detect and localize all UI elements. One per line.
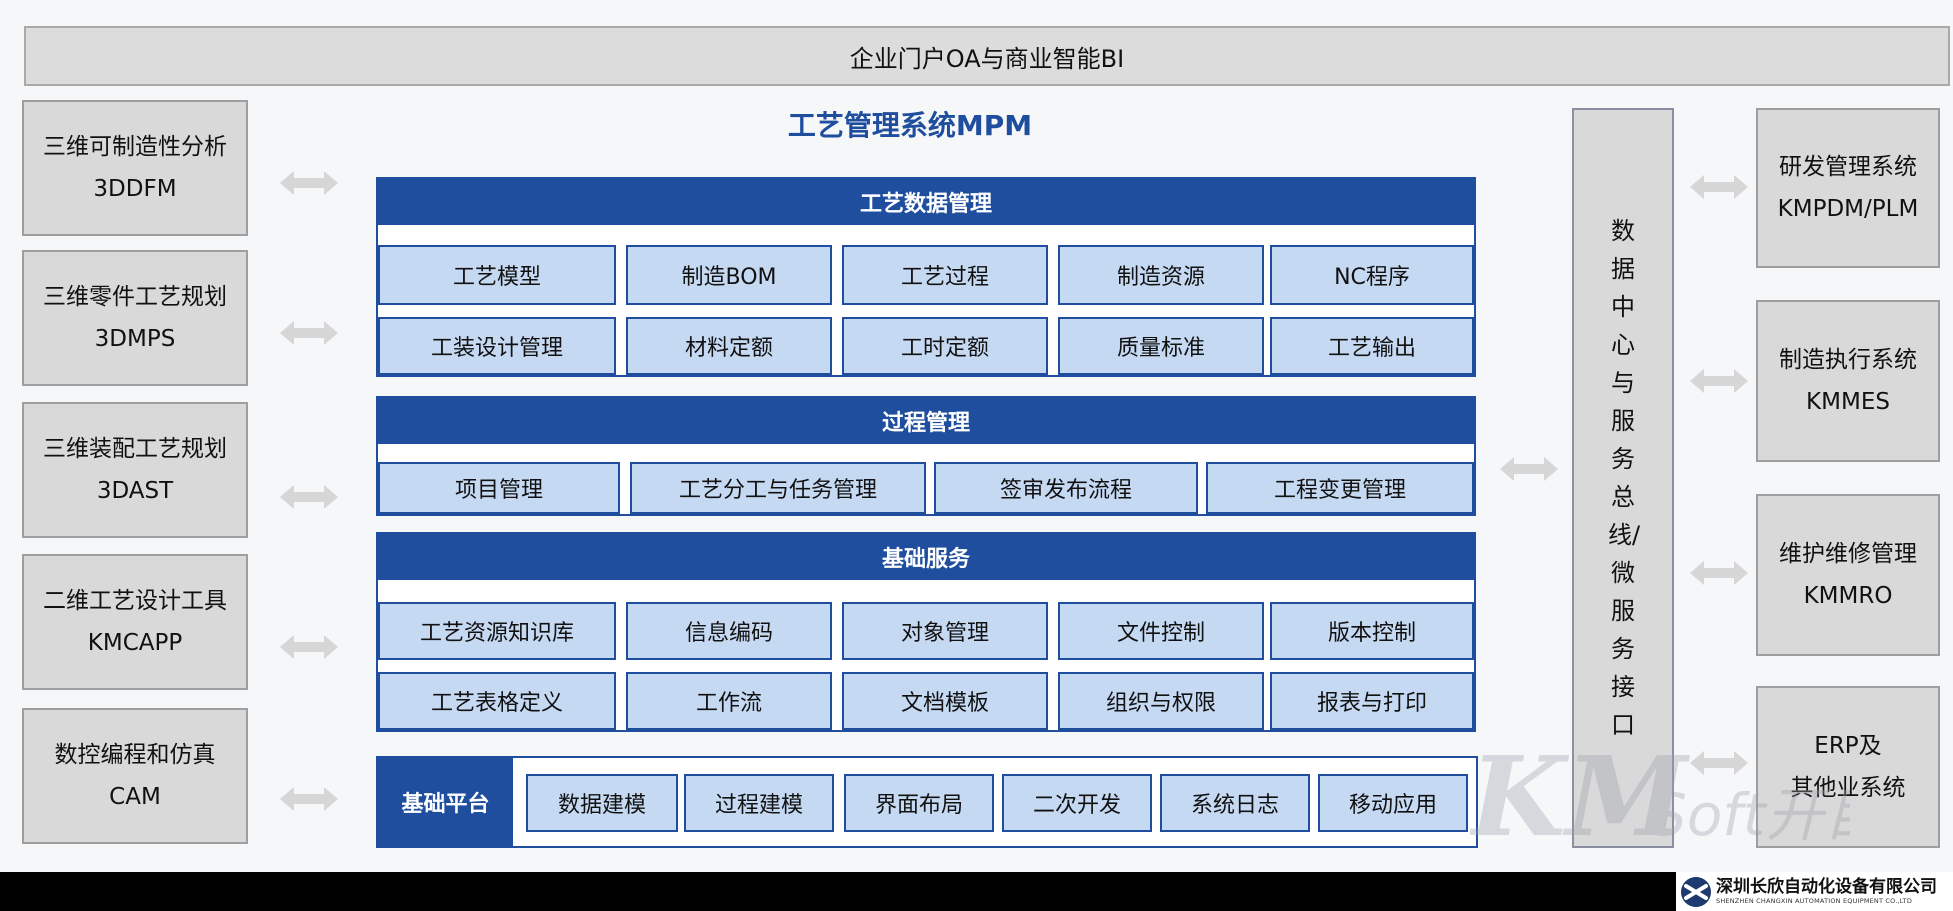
module-cell: 工装设计管理: [378, 317, 616, 375]
module-cell: 工艺输出: [1270, 317, 1474, 375]
module-cell: 工时定额: [842, 317, 1048, 375]
section-process-mgmt: 过程管理 项目管理 工艺分工与任务管理 签审发布流程 工程变更管理: [376, 396, 1476, 516]
left-system-cam: 数控编程和仿真 CAM: [22, 708, 248, 844]
platform-module: 二次开发: [1002, 774, 1152, 832]
module-cell: 版本控制: [1270, 602, 1474, 660]
module-cell: NC程序: [1270, 245, 1474, 305]
company-name-cn: 深圳长欣自动化设备有限公司: [1716, 877, 1937, 897]
company-name-en: SHENZHEN CHANGXIN AUTOMATION EQUIPMENT C…: [1716, 897, 1913, 905]
platform-label: 基础平台: [378, 758, 513, 846]
kmsoft-watermark-logo: KM Soft开目: [1470, 740, 1850, 850]
left-system-3dmps: 三维零件工艺规划 3DMPS: [22, 250, 248, 386]
module-cell: 文件控制: [1058, 602, 1264, 660]
left-system-code: 3DMPS: [94, 326, 176, 352]
svg-text:Soft开目: Soft开目: [1650, 781, 1850, 849]
module-cell: 报表与打印: [1270, 672, 1474, 730]
left-system-3dast: 三维装配工艺规划 3DAST: [22, 402, 248, 538]
module-cell: 工作流: [626, 672, 832, 730]
platform-module: 过程建模: [684, 774, 834, 832]
platform-module: 数据建模: [526, 774, 678, 832]
double-arrow-icon: [280, 318, 338, 348]
base-platform: 基础平台 数据建模 过程建模 界面布局 二次开发 系统日志 移动应用: [376, 756, 1478, 848]
platform-module: 界面布局: [844, 774, 994, 832]
double-arrow-icon: [280, 168, 338, 198]
double-arrow-icon: [1500, 454, 1558, 484]
section-title: 基础服务: [378, 534, 1474, 580]
section-process-data: 工艺数据管理 工艺模型 制造BOM 工艺过程 制造资源 NC程序 工装设计管理 …: [376, 177, 1476, 377]
section-base-services: 基础服务 工艺资源知识库 信息编码 对象管理 文件控制 版本控制 工艺表格定义 …: [376, 532, 1476, 732]
left-system-code: 3DDFM: [93, 176, 177, 202]
module-cell: 签审发布流程: [934, 462, 1198, 514]
right-system-code: KMMRO: [1803, 583, 1893, 609]
module-cell: 工艺模型: [378, 245, 616, 305]
left-system-kmcapp: 二维工艺设计工具 KMCAPP: [22, 554, 248, 690]
module-cell: 制造资源: [1058, 245, 1264, 305]
portal-banner: 企业门户OA与商业智能BI: [24, 26, 1950, 86]
right-system-mes: 制造执行系统 KMMES: [1756, 300, 1940, 462]
module-cell: 组织与权限: [1058, 672, 1264, 730]
module-cell: 工艺过程: [842, 245, 1048, 305]
left-system-name: 二维工艺设计工具: [43, 588, 227, 614]
module-cell: 质量标准: [1058, 317, 1264, 375]
module-cell: 制造BOM: [626, 245, 832, 305]
platform-module: 移动应用: [1318, 774, 1468, 832]
section-title: 过程管理: [378, 398, 1474, 444]
right-system-name: 研发管理系统: [1779, 154, 1917, 180]
left-system-code: CAM: [109, 784, 161, 810]
right-system-name: 制造执行系统: [1779, 347, 1917, 373]
module-cell: 信息编码: [626, 602, 832, 660]
company-footer: 深圳长欣自动化设备有限公司 SHENZHEN CHANGXIN AUTOMATI…: [1676, 872, 1953, 911]
left-system-name: 三维装配工艺规划: [43, 436, 227, 462]
right-system-code: KMPDM/PLM: [1777, 196, 1919, 222]
double-arrow-icon: [1690, 172, 1748, 202]
module-cell: 工程变更管理: [1206, 462, 1474, 514]
service-bus-label: 数据中心与服务总线/微服务接口: [1608, 217, 1641, 739]
company-logo-icon: [1681, 876, 1711, 907]
double-arrow-icon: [1690, 366, 1748, 396]
module-cell: 工艺表格定义: [378, 672, 616, 730]
left-system-name: 三维可制造性分析: [43, 134, 227, 160]
right-system-code: KMMES: [1806, 389, 1890, 415]
double-arrow-icon: [1690, 558, 1748, 588]
left-system-name: 数控编程和仿真: [54, 742, 216, 768]
module-cell: 文档模板: [842, 672, 1048, 730]
mpm-title: 工艺管理系统MPM: [787, 109, 1033, 142]
double-arrow-icon: [280, 482, 338, 512]
module-cell: 工艺资源知识库: [378, 602, 616, 660]
left-system-name: 三维零件工艺规划: [43, 284, 227, 310]
bottom-bar: [0, 872, 1953, 911]
left-system-3ddfm: 三维可制造性分析 3DDFM: [22, 100, 248, 236]
left-system-code: KMCAPP: [87, 630, 183, 656]
module-cell: 对象管理: [842, 602, 1048, 660]
section-title: 工艺数据管理: [378, 179, 1474, 225]
module-cell: 项目管理: [378, 462, 620, 514]
portal-banner-title: 企业门户OA与商业智能BI: [849, 44, 1125, 73]
right-system-mro: 维护维修管理 KMMRO: [1756, 494, 1940, 656]
right-system-name: 维护维修管理: [1779, 541, 1917, 567]
left-system-code: 3DAST: [96, 478, 174, 504]
double-arrow-icon: [280, 784, 338, 814]
platform-module: 系统日志: [1160, 774, 1310, 832]
service-bus: 数据中心与服务总线/微服务接口: [1572, 108, 1674, 848]
double-arrow-icon: [280, 632, 338, 662]
module-cell: 工艺分工与任务管理: [630, 462, 926, 514]
right-system-plm: 研发管理系统 KMPDM/PLM: [1756, 108, 1940, 268]
module-cell: 材料定额: [626, 317, 832, 375]
